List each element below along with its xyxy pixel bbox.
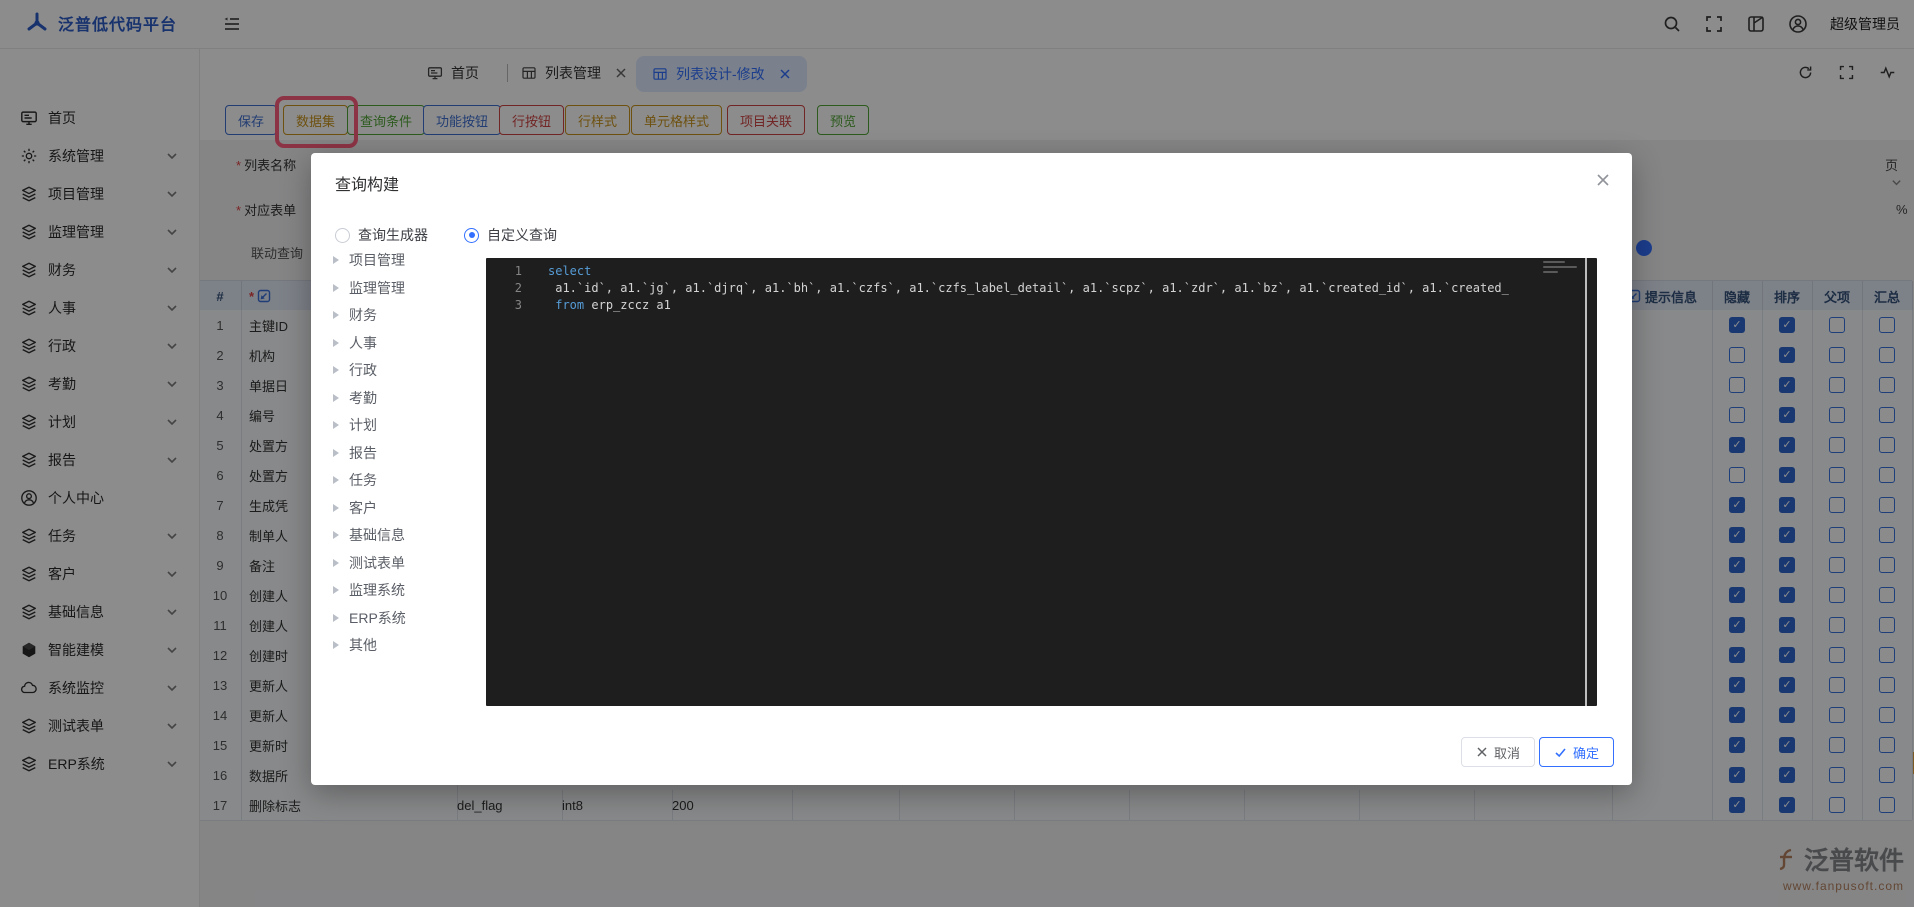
radio-1[interactable]: 自定义查询 [464, 225, 557, 245]
caret-right-icon[interactable] [333, 256, 339, 264]
caret-right-icon[interactable] [333, 339, 339, 347]
caret-right-icon[interactable] [333, 614, 339, 622]
tree-item-6[interactable]: 计划 [333, 415, 377, 435]
tree-item-13[interactable]: ERP系统 [333, 608, 406, 628]
editor-minimap [1543, 261, 1581, 313]
tree-item-9[interactable]: 客户 [333, 498, 377, 518]
tree-item-11[interactable]: 测试表单 [333, 553, 405, 573]
caret-right-icon[interactable] [333, 586, 339, 594]
cancel-button[interactable]: 取消 [1461, 737, 1535, 767]
caret-right-icon[interactable] [333, 284, 339, 292]
editor-scrollbar[interactable] [1585, 258, 1587, 706]
tree-item-3[interactable]: 人事 [333, 333, 377, 353]
tree-item-1[interactable]: 监理管理 [333, 278, 405, 298]
line-number: 1 [515, 263, 522, 280]
tree-item-4[interactable]: 行政 [333, 360, 377, 380]
caret-right-icon[interactable] [333, 531, 339, 539]
confirm-check-icon [1554, 746, 1567, 759]
tree-item-12[interactable]: 监理系统 [333, 580, 405, 600]
tree-item-5[interactable]: 考勤 [333, 388, 377, 408]
radio-dot-icon [464, 228, 479, 243]
caret-right-icon[interactable] [333, 394, 339, 402]
code-line: a1.`id`, a1.`jg`, a1.`djrq`, a1.`bh`, a1… [548, 280, 1509, 297]
caret-right-icon[interactable] [333, 366, 339, 374]
tree-item-10[interactable]: 基础信息 [333, 525, 405, 545]
caret-right-icon[interactable] [333, 449, 339, 457]
query-mode-radios: 查询生成器 自定义查询 [335, 225, 557, 245]
query-builder-dialog: 查询构建 查询生成器 自定义查询 项目管理 监理管理 财务 人事 行政 考勤 计… [311, 153, 1632, 785]
close-icon[interactable] [1594, 171, 1612, 189]
dialog-title: 查询构建 [335, 171, 399, 195]
caret-right-icon[interactable] [333, 421, 339, 429]
cancel-x-icon [1476, 746, 1488, 758]
caret-right-icon[interactable] [333, 559, 339, 567]
line-number: 3 [515, 297, 522, 314]
caret-right-icon[interactable] [333, 504, 339, 512]
tree-item-8[interactable]: 任务 [333, 470, 377, 490]
screen: 泛普低代码平台 超级管理员 [0, 0, 1914, 907]
tree-item-7[interactable]: 报告 [333, 443, 377, 463]
sql-editor[interactable]: 123 select a1.`id`, a1.`jg`, a1.`djrq`, … [486, 258, 1597, 706]
tree-item-0[interactable]: 项目管理 [333, 250, 405, 270]
code-line: select [548, 263, 591, 280]
caret-right-icon[interactable] [333, 311, 339, 319]
editor-gutter: 123 [486, 258, 538, 706]
line-number: 2 [515, 280, 522, 297]
confirm-button[interactable]: 确定 [1539, 737, 1614, 767]
tree-item-2[interactable]: 财务 [333, 305, 377, 325]
radio-0[interactable]: 查询生成器 [335, 225, 428, 245]
tree-item-14[interactable]: 其他 [333, 635, 377, 655]
caret-right-icon[interactable] [333, 641, 339, 649]
code-line: from erp_zccz a1 [548, 297, 671, 314]
caret-right-icon[interactable] [333, 476, 339, 484]
radio-dot-icon [335, 228, 350, 243]
